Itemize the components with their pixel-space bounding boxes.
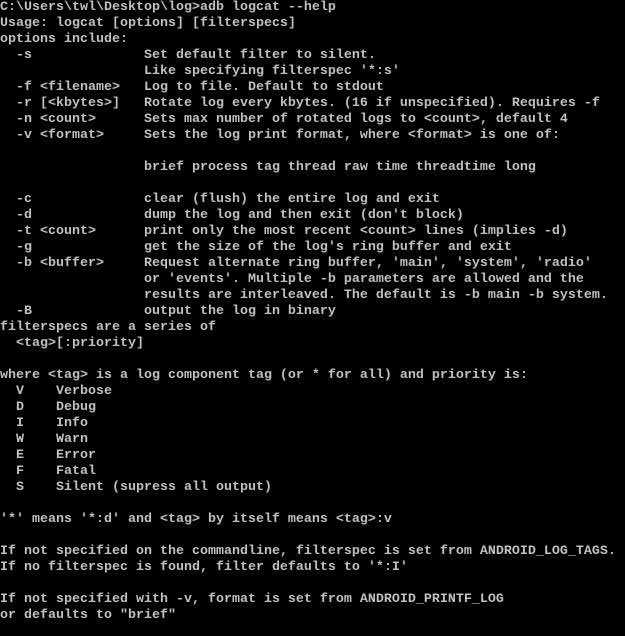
console-line: F Fatal — [0, 464, 96, 479]
console-line: -b <buffer> Request alternate ring buffe… — [0, 256, 592, 271]
console-line: Like specifying filterspec '*:s' — [0, 64, 400, 79]
console-line: options include: — [0, 32, 128, 47]
console-line: '*' means '*:d' and <tag> by itself mean… — [0, 512, 392, 527]
console-line: where <tag> is a log component tag (or *… — [0, 368, 528, 383]
console-line: -n <count> Sets max number of rotated lo… — [0, 112, 568, 127]
console-line: or 'events'. Multiple -b parameters are … — [0, 272, 584, 287]
console-line: -c clear (flush) the entire log and exit — [0, 192, 440, 207]
console-line: -g get the size of the log's ring buffer… — [0, 240, 512, 255]
console-line: E Error — [0, 448, 96, 463]
console-line: results are interleaved. The default is … — [0, 288, 608, 303]
console-line: -s Set default filter to silent. — [0, 48, 376, 63]
console-line: D Debug — [0, 400, 96, 415]
console-line: -v <format> Sets the log print format, w… — [0, 128, 560, 143]
console-line: -d dump the log and then exit (don't blo… — [0, 208, 464, 223]
console-line: -r [<kbytes>] Rotate log every kbytes. (… — [0, 96, 600, 111]
console-output[interactable]: C:\Users\twl\Desktop\log>adb logcat --he… — [0, 0, 625, 636]
console-line: Usage: logcat [options] [filterspecs] — [0, 16, 296, 31]
console-line: If not specified with -v, format is set … — [0, 592, 504, 607]
console-line: V Verbose — [0, 384, 112, 399]
console-line: If no filterspec is found, filter defaul… — [0, 560, 408, 575]
console-line: -f <filename> Log to file. Default to st… — [0, 80, 384, 95]
console-line: -B output the log in binary — [0, 304, 336, 319]
console-line: <tag>[:priority] — [0, 336, 144, 351]
console-line: S Silent (supress all output) — [0, 480, 272, 495]
console-line: I Info — [0, 416, 88, 431]
console-line: W Warn — [0, 432, 88, 447]
console-line: -t <count> print only the most recent <c… — [0, 224, 568, 239]
console-line: filterspecs are a series of — [0, 320, 216, 335]
console-line: If not specified on the commandline, fil… — [0, 544, 616, 559]
console-line: C:\Users\twl\Desktop\log>adb logcat --he… — [0, 0, 336, 15]
console-line: or defaults to "brief" — [0, 608, 176, 623]
console-line: brief process tag thread raw time thread… — [0, 160, 536, 175]
